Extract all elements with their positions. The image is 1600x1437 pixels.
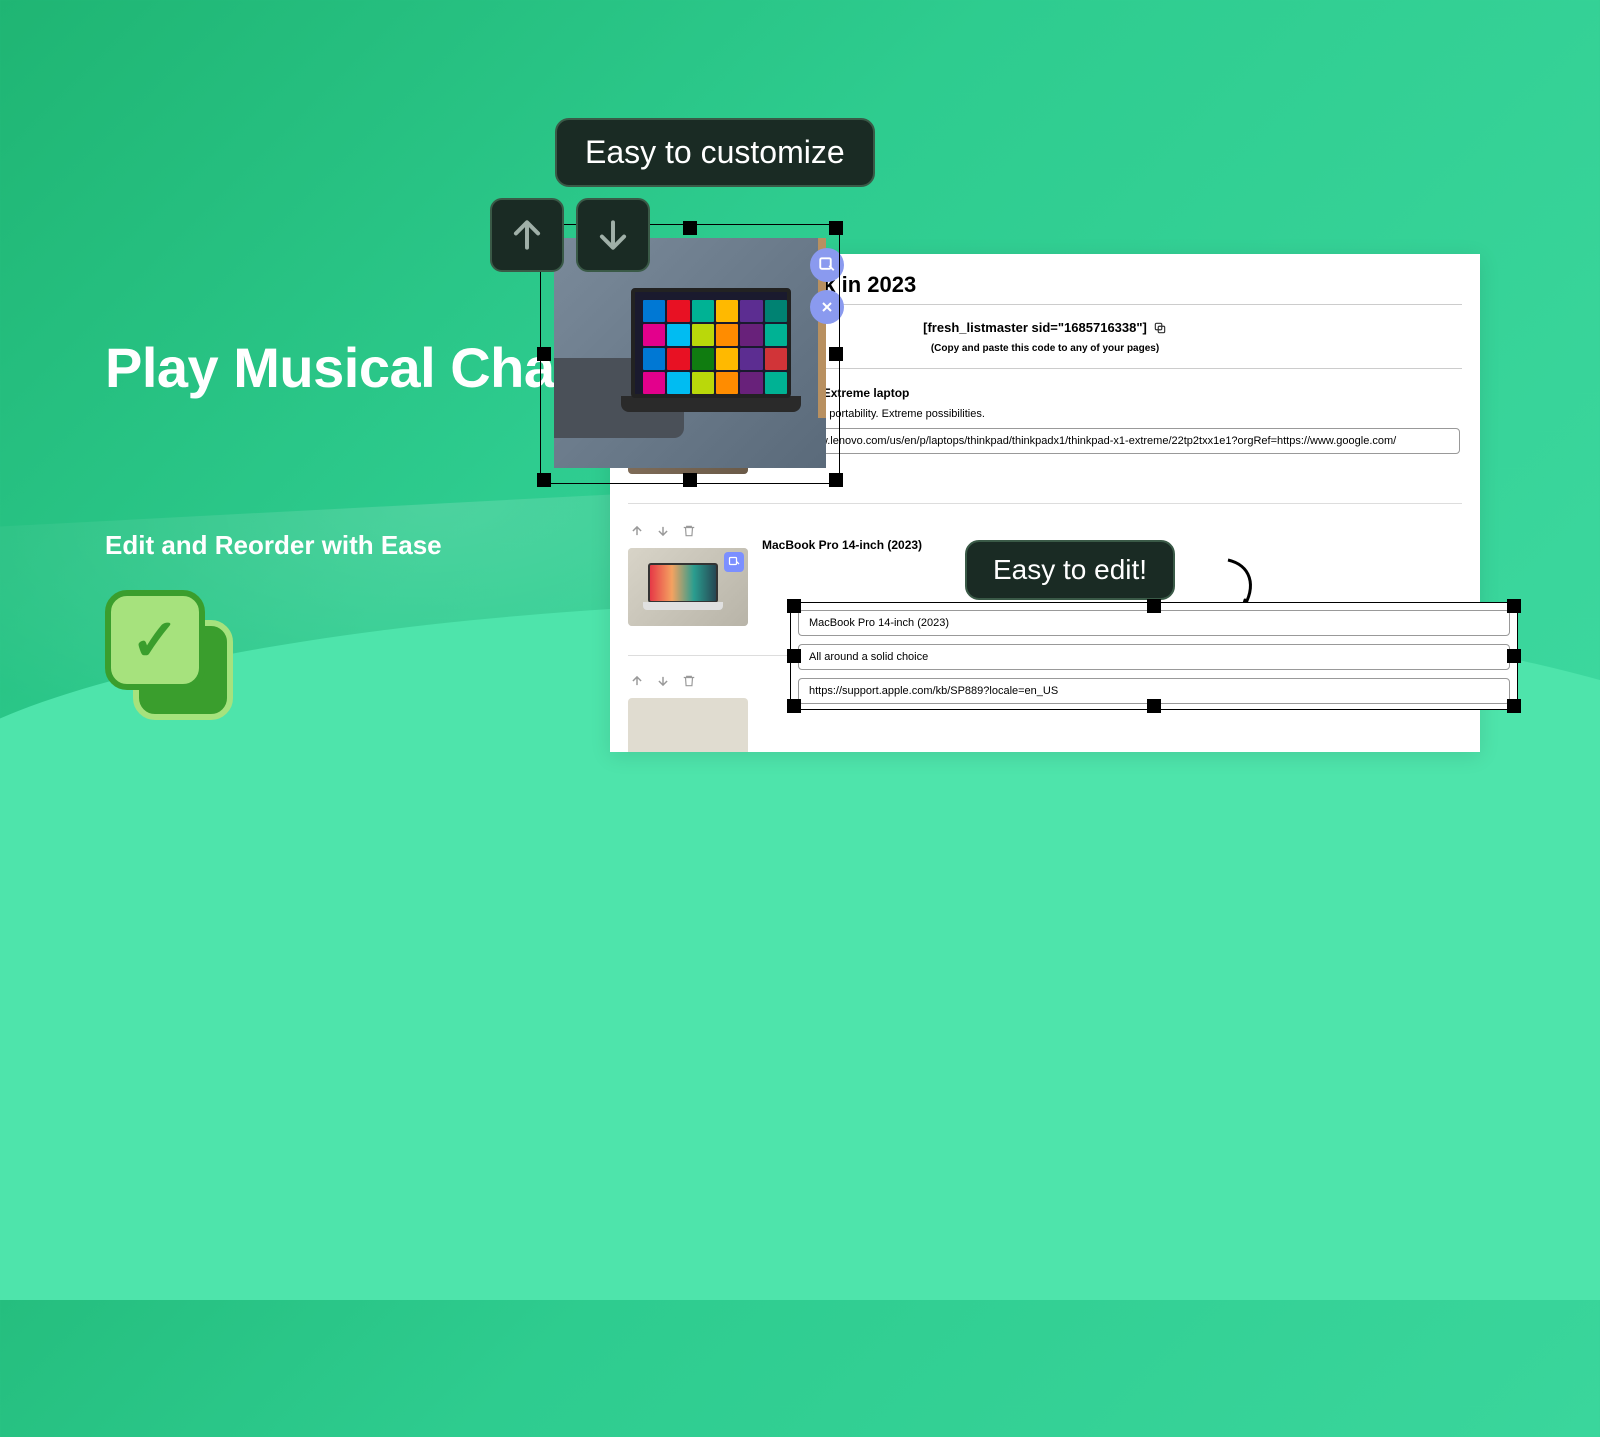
move-down-icon[interactable] [656,524,670,543]
resize-handle[interactable] [787,699,801,713]
item-desc-preview: wer. Extreme portability. Extreme possib… [760,408,1460,420]
resize-handle[interactable] [537,347,551,361]
resize-handle[interactable] [1507,649,1521,663]
shortcode-value[interactable]: [fresh_listmaster sid="1685716338"] [923,320,1147,335]
resize-handle[interactable] [829,347,843,361]
reorder-down-button[interactable] [576,198,650,272]
move-up-icon[interactable] [630,524,644,543]
close-icon[interactable] [810,290,844,324]
item-title-preview: inkPad X1 Extreme laptop [760,386,1460,400]
thumbnail-image [554,238,826,468]
trash-icon[interactable] [682,674,696,693]
resize-handle[interactable] [537,473,551,487]
move-up-icon[interactable] [630,674,644,693]
resize-handle[interactable] [829,221,843,235]
resize-handle[interactable] [1507,599,1521,613]
item-url-input[interactable]: https://www.lenovo.com/us/en/p/laptops/t… [760,428,1460,454]
resize-handle[interactable] [1147,599,1161,613]
item-title-input[interactable]: MacBook Pro 14-inch (2023) [798,610,1510,636]
resize-handle[interactable] [787,649,801,663]
resize-handle[interactable] [1147,699,1161,713]
callout-edit: Easy to edit! [965,540,1175,600]
subheadline: Edit and Reorder with Ease [105,530,442,561]
move-down-icon[interactable] [656,674,670,693]
image-edit-icon[interactable] [724,552,744,572]
resize-handle[interactable] [829,473,843,487]
resize-handle[interactable] [1507,699,1521,713]
item-thumbnail[interactable] [628,548,748,626]
image-action-icon[interactable] [810,248,844,282]
copy-icon[interactable] [1153,321,1167,335]
item-thumbnail[interactable] [628,698,748,752]
callout-customize: Easy to customize [555,118,875,187]
resize-handle[interactable] [787,599,801,613]
trash-icon[interactable] [682,524,696,543]
item-desc-input[interactable]: All around a solid choice [798,644,1510,670]
reorder-up-button[interactable] [490,198,564,272]
resize-handle[interactable] [683,221,697,235]
resize-handle[interactable] [683,473,697,487]
selected-fields-overlay[interactable]: MacBook Pro 14-inch (2023) All around a … [790,602,1518,710]
check-icon: ✓ [131,606,180,674]
